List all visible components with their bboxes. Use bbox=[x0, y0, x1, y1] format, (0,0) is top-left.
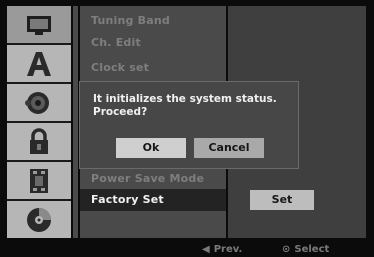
audio-icon bbox=[25, 91, 49, 114]
menu-item-factory-set[interactable]: Factory Set bbox=[80, 189, 226, 211]
rail-item-language[interactable] bbox=[7, 45, 71, 82]
menu-item-tuning-band[interactable]: Tuning Band bbox=[80, 10, 226, 32]
status-bar: ◀ Prev. ⊙ Select bbox=[0, 243, 374, 257]
prev-hint: ◀ Prev. bbox=[202, 243, 242, 257]
category-rail bbox=[7, 6, 71, 238]
ok-button[interactable]: Ok bbox=[116, 138, 186, 158]
left-arrow-icon: ◀ bbox=[202, 244, 210, 255]
menu-item-power-save-mode[interactable]: Power Save Mode bbox=[80, 168, 226, 190]
rail-item-disc[interactable] bbox=[7, 201, 71, 238]
language-icon bbox=[27, 51, 51, 76]
select-dial-icon: ⊙ bbox=[282, 244, 291, 255]
set-button[interactable]: Set bbox=[250, 190, 314, 210]
disc-icon bbox=[27, 207, 51, 232]
lock-icon bbox=[30, 127, 48, 154]
select-hint: ⊙ Select bbox=[282, 243, 329, 257]
setup-screen: Tuning Band Ch. Edit Clock set Power Sav… bbox=[0, 0, 374, 257]
display-icon bbox=[27, 15, 51, 35]
menu-item-clock-set[interactable]: Clock set bbox=[80, 57, 226, 79]
confirm-dialog: It initializes the system status. Procee… bbox=[79, 81, 299, 169]
menu-item-ch-edit[interactable]: Ch. Edit bbox=[80, 32, 226, 54]
rail-divider bbox=[73, 6, 78, 238]
dialog-message: It initializes the system status. Procee… bbox=[93, 93, 277, 118]
prev-hint-label: Prev. bbox=[213, 244, 243, 255]
cancel-button[interactable]: Cancel bbox=[194, 138, 264, 158]
rail-item-display[interactable] bbox=[7, 6, 71, 43]
rail-item-lock[interactable] bbox=[7, 123, 71, 160]
recording-icon bbox=[30, 168, 48, 193]
rail-item-recording[interactable] bbox=[7, 162, 71, 199]
rail-item-audio[interactable] bbox=[7, 84, 71, 121]
select-hint-label: Select bbox=[294, 244, 330, 255]
